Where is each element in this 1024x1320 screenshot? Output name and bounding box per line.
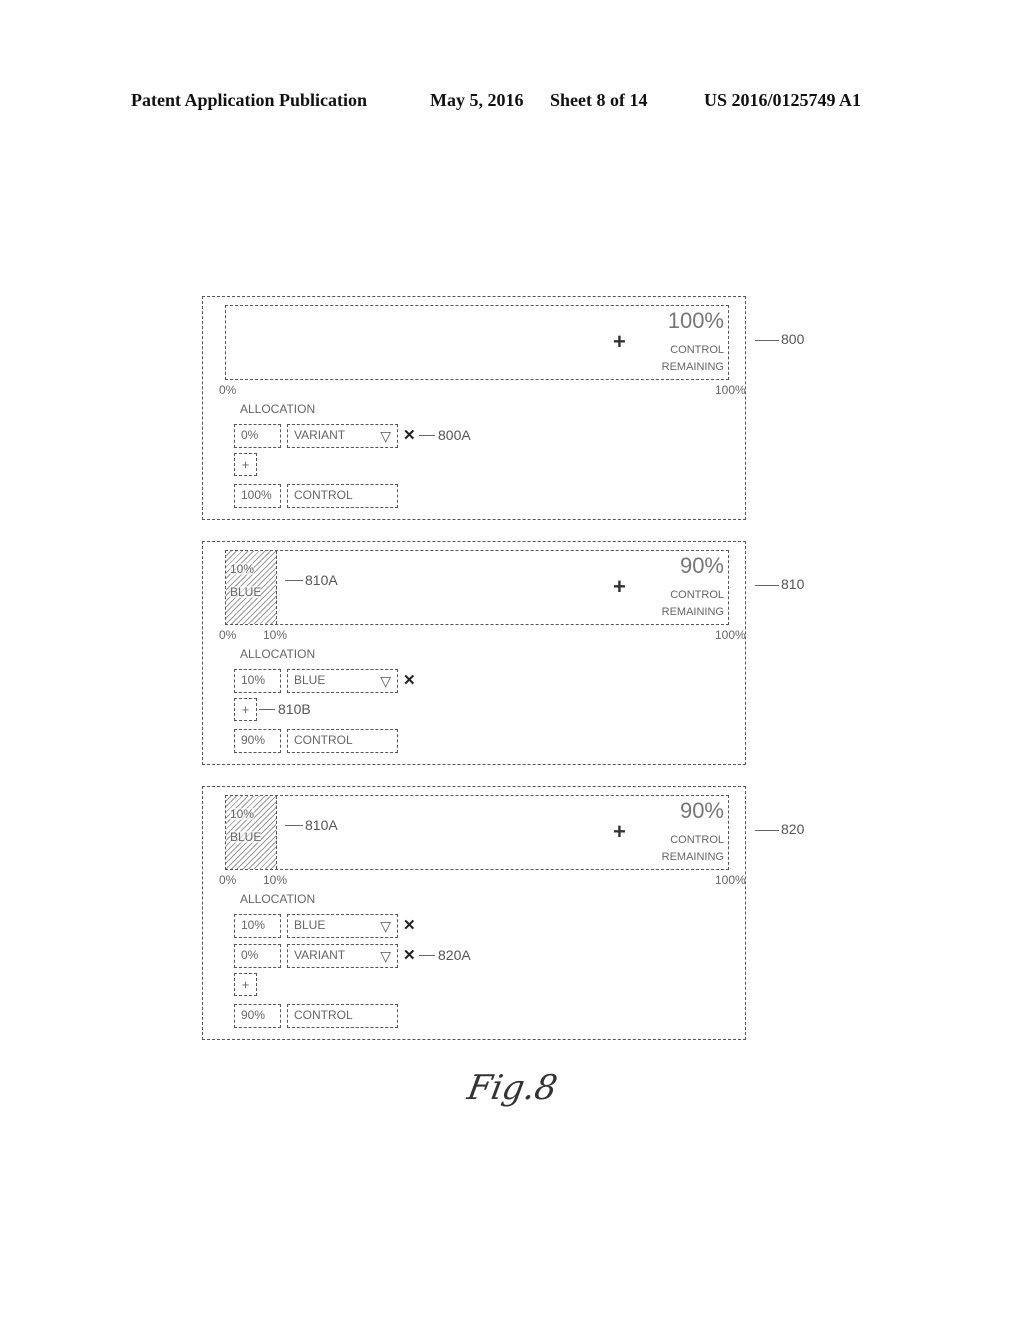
reference-leader bbox=[259, 709, 275, 710]
dropdown-arrow-icon[interactable]: ▽ bbox=[380, 948, 391, 965]
allocation-bar[interactable]: 10% BLUE +90% CONTROL REMAINING bbox=[225, 550, 729, 625]
publication-label: Patent Application Publication bbox=[131, 90, 368, 110]
tick-end: 100% bbox=[715, 628, 746, 642]
remaining-percent: 90% bbox=[679, 798, 724, 823]
variant-select-value: VARIANT bbox=[294, 948, 346, 962]
add-variant-button[interactable]: + bbox=[234, 453, 257, 476]
dropdown-arrow-icon[interactable]: ▽ bbox=[380, 673, 391, 690]
segment-name: BLUE bbox=[230, 830, 262, 844]
variant-percent-input[interactable]: 10% bbox=[234, 669, 281, 693]
remaining-label-line2: REMAINING bbox=[661, 360, 724, 373]
tick-start: 0% bbox=[219, 628, 237, 642]
tick-split: 10% bbox=[263, 628, 288, 642]
remove-variant-icon[interactable]: ✕ bbox=[403, 916, 416, 934]
segment-percent: 10% bbox=[230, 562, 255, 576]
add-variant-button[interactable]: + bbox=[234, 698, 257, 721]
add-segment-icon[interactable]: + bbox=[613, 821, 626, 843]
control-name-field: CONTROL bbox=[287, 729, 398, 753]
remaining-label: CONTROL REMAINING bbox=[662, 587, 724, 620]
reference-numeral: 810A bbox=[305, 817, 338, 833]
allocation-label: ALLOCATION bbox=[240, 402, 316, 416]
reference-numeral: 810B bbox=[278, 701, 311, 717]
variant-percent-input[interactable]: 10% bbox=[234, 914, 281, 938]
allocation-label: ALLOCATION bbox=[240, 647, 316, 661]
control-percent-field: 100% bbox=[234, 484, 281, 508]
tick-start: 0% bbox=[219, 873, 237, 887]
dropdown-arrow-icon[interactable]: ▽ bbox=[380, 918, 391, 935]
control-name-field: CONTROL bbox=[287, 1004, 398, 1028]
tick-start: 0% bbox=[219, 383, 237, 397]
tick-end: 100% bbox=[715, 383, 746, 397]
remaining-label-line2: REMAINING bbox=[661, 605, 724, 618]
remaining-label-line1: CONTROL bbox=[670, 344, 724, 356]
remaining-label-line2: REMAINING bbox=[661, 850, 724, 863]
remaining-label: CONTROL REMAINING bbox=[662, 342, 724, 375]
dropdown-arrow-icon[interactable]: ▽ bbox=[380, 428, 391, 445]
publication-date: May 5, 2016 bbox=[430, 90, 524, 110]
remove-variant-icon[interactable]: ✕ bbox=[403, 671, 416, 689]
patent-number: US 2016/0125749 A1 bbox=[704, 90, 862, 110]
tick-split: 10% bbox=[263, 873, 288, 887]
reference-numeral: 820A bbox=[438, 947, 471, 963]
add-variant-button[interactable]: + bbox=[234, 973, 257, 996]
reference-leader bbox=[419, 955, 435, 956]
variant-select[interactable]: BLUE ▽ bbox=[287, 914, 398, 938]
variant-select-value: BLUE bbox=[294, 918, 326, 932]
variant-select[interactable]: BLUE ▽ bbox=[287, 669, 398, 693]
panel-reference-numeral: 820 bbox=[781, 821, 805, 837]
variant-select[interactable]: VARIANT ▽ bbox=[287, 424, 398, 448]
reference-leader bbox=[285, 825, 303, 826]
remove-variant-icon[interactable]: ✕ bbox=[403, 426, 416, 444]
reference-numeral: 810A bbox=[305, 572, 338, 588]
reference-leader bbox=[285, 580, 303, 581]
reference-leader bbox=[755, 830, 779, 831]
reference-numeral: 800A bbox=[438, 427, 471, 443]
add-segment-icon[interactable]: + bbox=[613, 576, 626, 598]
reference-leader bbox=[755, 340, 779, 341]
allocation-label: ALLOCATION bbox=[240, 892, 316, 906]
reference-leader bbox=[755, 585, 779, 586]
remaining-label-line1: CONTROL bbox=[670, 589, 724, 601]
allocation-bar[interactable]: +100% CONTROL REMAINING bbox=[225, 305, 729, 380]
allocation-bar[interactable]: 10% BLUE +90% CONTROL REMAINING bbox=[225, 795, 729, 870]
panel-reference-numeral: 810 bbox=[781, 576, 805, 592]
variant-select[interactable]: VARIANT ▽ bbox=[287, 944, 398, 968]
remove-variant-icon[interactable]: ✕ bbox=[403, 946, 416, 964]
control-percent-field: 90% bbox=[234, 1004, 281, 1028]
segment-percent: 10% bbox=[230, 807, 255, 821]
control-percent-field: 90% bbox=[234, 729, 281, 753]
variant-select-value: BLUE bbox=[294, 673, 326, 687]
allocation-panel: +100% CONTROL REMAINING 0% 100% ALLOCATION 0% V… bbox=[202, 296, 804, 520]
tick-end: 100% bbox=[715, 873, 746, 887]
remaining-label-line1: CONTROL bbox=[670, 834, 724, 846]
remaining-percent: 90% bbox=[679, 553, 724, 578]
variant-percent-input[interactable]: 0% bbox=[234, 944, 281, 968]
panel-reference-numeral: 800 bbox=[781, 331, 805, 347]
reference-leader bbox=[419, 435, 435, 436]
figure-label: Fig.8 bbox=[464, 1068, 561, 1108]
segment-name: BLUE bbox=[230, 585, 262, 599]
allocation-panel: 10% BLUE +90% CONTROL REMAINING 810A 0% 10% 100%… bbox=[202, 786, 804, 1040]
allocated-segment[interactable]: 10% BLUE bbox=[226, 796, 277, 869]
remaining-percent: 100% bbox=[667, 308, 724, 333]
allocated-segment[interactable]: 10% BLUE bbox=[226, 551, 277, 624]
sheet-number: Sheet 8 of 14 bbox=[550, 90, 648, 110]
control-name-field: CONTROL bbox=[287, 484, 398, 508]
add-segment-icon[interactable]: + bbox=[613, 331, 626, 353]
allocation-panel: 10% BLUE +90% CONTROL REMAINING 810A 0% 10% 100%… bbox=[202, 541, 804, 765]
remaining-label: CONTROL REMAINING bbox=[662, 832, 724, 865]
variant-percent-input[interactable]: 0% bbox=[234, 424, 281, 448]
variant-select-value: VARIANT bbox=[294, 428, 346, 442]
